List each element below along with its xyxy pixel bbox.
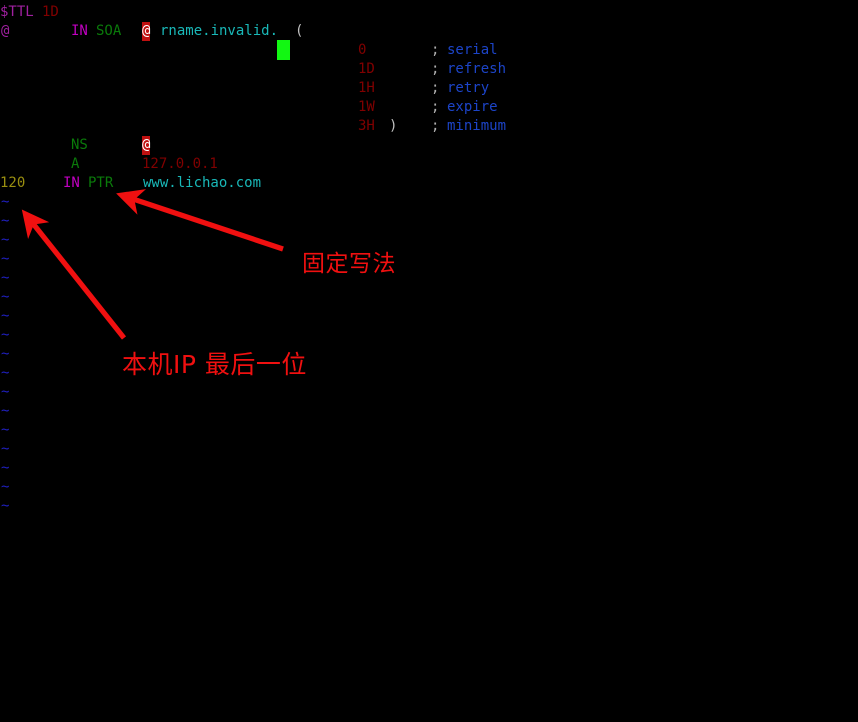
tilde-glyph: ~ — [1, 441, 10, 457]
soa-expire-value: 1W — [358, 99, 375, 115]
a-record-address: 127.0.0.1 — [142, 156, 218, 172]
zone-line-soa: @ IN SOA @ rname.invalid. ( — [0, 22, 858, 41]
tilde-glyph: ~ — [1, 422, 10, 438]
vim-filler-tilde: ~ — [0, 250, 858, 269]
ns-target-at-highlighted: @ — [142, 136, 151, 155]
vim-filler-tilde: ~ — [0, 269, 858, 288]
vim-filler-tilde: ~ — [0, 459, 858, 478]
zone-line-ptr: 120 IN PTR www.lichao.com — [0, 174, 858, 193]
ptr-record-type: PTR — [88, 175, 114, 191]
vim-filler-tilde: ~ — [0, 212, 858, 231]
vim-filler-tilde: ~ — [0, 288, 858, 307]
ptr-class-in: IN — [63, 175, 80, 191]
tilde-glyph: ~ — [1, 460, 10, 476]
ns-record-type: NS — [71, 137, 88, 153]
zone-line-refresh: 1D ; refresh — [0, 60, 858, 79]
ptr-target-domain: www.lichao.com — [143, 175, 262, 191]
zone-line-ttl: $TTL 1D — [0, 3, 858, 22]
vim-filler-tilde: ~ — [0, 421, 858, 440]
tilde-glyph: ~ — [1, 327, 10, 343]
soa-open-paren: ( — [295, 23, 304, 39]
soa-minimum-comment: minimum — [447, 118, 507, 134]
ttl-value: 1D — [42, 4, 59, 20]
zone-line-ns: NS @ — [0, 136, 858, 155]
soa-type: SOA — [96, 23, 122, 39]
soa-minimum-value: 3H — [358, 118, 375, 134]
vim-filler-tilde: ~ — [0, 440, 858, 459]
tilde-glyph: ~ — [1, 194, 10, 210]
zone-line-expire: 1W ; expire — [0, 98, 858, 117]
annotation-label-fixed-usage: 固定写法 — [302, 251, 396, 277]
zone-line-a: A 127.0.0.1 — [0, 155, 858, 174]
tilde-glyph: ~ — [1, 213, 10, 229]
tilde-glyph: ~ — [1, 498, 10, 514]
vim-filler-tilde: ~ — [0, 326, 858, 345]
soa-class-in: IN — [71, 23, 88, 39]
comment-semicolon-retry: ; — [431, 80, 440, 96]
a-record-type: A — [71, 156, 80, 172]
soa-serial-value: 0 — [358, 42, 367, 58]
comment-semicolon-serial: ; — [431, 42, 440, 58]
soa-expire-comment: expire — [447, 99, 498, 115]
tilde-glyph: ~ — [1, 251, 10, 267]
tilde-glyph: ~ — [1, 308, 10, 324]
tilde-glyph: ~ — [1, 232, 10, 248]
vim-filler-tilde: ~ — [0, 307, 858, 326]
soa-refresh-value: 1D — [358, 61, 375, 77]
vim-filler-tilde: ~ — [0, 478, 858, 497]
zone-line-retry: 1H ; retry — [0, 79, 858, 98]
comment-semicolon-expire: ; — [431, 99, 440, 115]
vim-filler-tilde: ~ — [0, 497, 858, 516]
vim-filler-tilde: ~ — [0, 383, 858, 402]
zone-line-minimum: 3H ) ; minimum — [0, 117, 858, 136]
soa-serial-comment: serial — [447, 42, 498, 58]
zone-line-serial: 0 ; serial — [0, 41, 858, 60]
soa-mname-at-highlighted: @ — [142, 22, 151, 41]
annotation-label-local-ip: 本机IP 最后一位 — [122, 350, 307, 379]
soa-retry-comment: retry — [447, 80, 490, 96]
soa-close-paren: ) — [389, 118, 398, 134]
tilde-glyph: ~ — [1, 365, 10, 381]
soa-retry-value: 1H — [358, 80, 375, 96]
comment-semicolon-minimum: ; — [431, 118, 440, 134]
ptr-owner-number: 120 — [0, 175, 26, 191]
soa-refresh-comment: refresh — [447, 61, 507, 77]
tilde-glyph: ~ — [1, 479, 10, 495]
vim-filler-tilde: ~ — [0, 402, 858, 421]
soa-rname: rname.invalid. — [160, 23, 279, 39]
comment-semicolon-refresh: ; — [431, 61, 440, 77]
text-cursor-block — [277, 40, 290, 60]
tilde-glyph: ~ — [1, 270, 10, 286]
ttl-directive: $TTL — [0, 4, 34, 20]
tilde-glyph: ~ — [1, 289, 10, 305]
tilde-glyph: ~ — [1, 403, 10, 419]
tilde-glyph: ~ — [1, 346, 10, 362]
soa-origin-at: @ — [1, 23, 10, 39]
vim-filler-tilde: ~ — [0, 231, 858, 250]
vim-terminal-buffer[interactable]: $TTL 1D @ IN SOA @ rname.invalid. ( 0 ; … — [0, 0, 858, 529]
tilde-glyph: ~ — [1, 384, 10, 400]
vim-filler-tilde: ~ — [0, 193, 858, 212]
